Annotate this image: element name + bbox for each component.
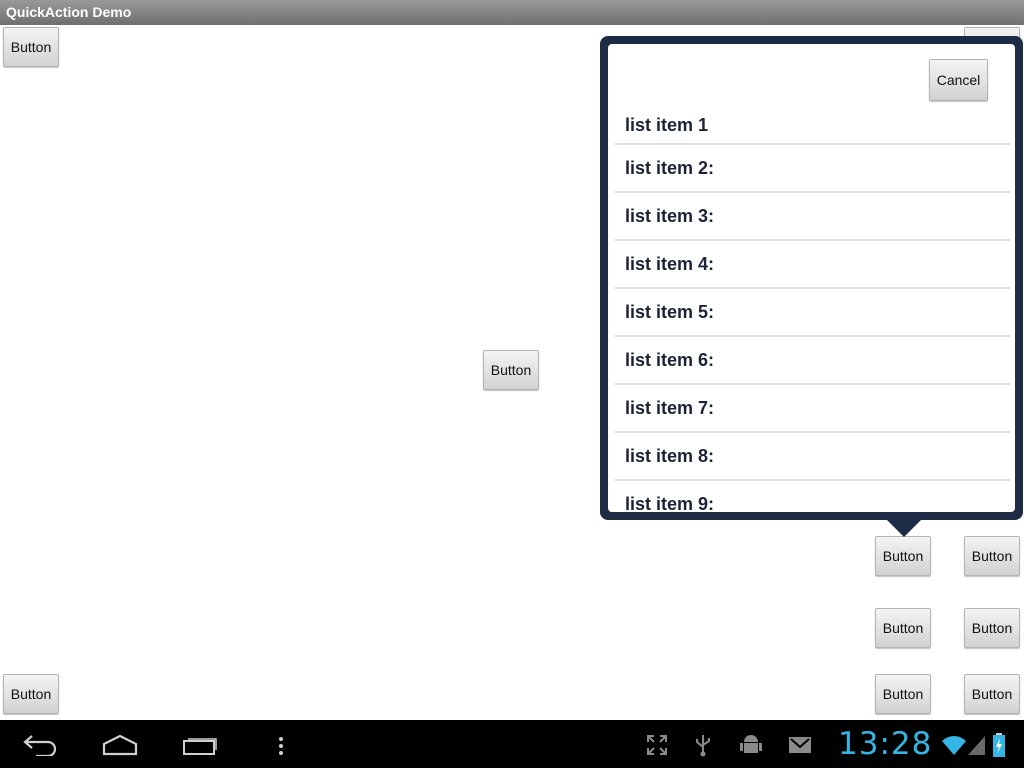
cancel-button[interactable]: Cancel bbox=[929, 59, 988, 101]
popup-pointer-arrow bbox=[886, 519, 922, 537]
list-item[interactable]: list item 7: bbox=[615, 385, 1010, 433]
signal-icon bbox=[966, 734, 986, 761]
list-item[interactable]: list item 4: bbox=[615, 241, 1010, 289]
list-item[interactable]: list item 8: bbox=[615, 433, 1010, 481]
row2-right-button[interactable]: Button bbox=[964, 608, 1020, 648]
wifi-icon bbox=[940, 734, 968, 761]
list-item[interactable]: list item 6: bbox=[615, 337, 1010, 385]
list-item[interactable]: list item 5: bbox=[615, 289, 1010, 337]
usb-icon bbox=[694, 733, 712, 762]
bottom-left-button[interactable]: Button bbox=[3, 674, 59, 714]
recent-apps-icon[interactable] bbox=[182, 734, 220, 761]
bottom-right-button[interactable]: Button bbox=[964, 674, 1020, 714]
popup-list: list item 1 list item 2: list item 3: li… bbox=[615, 108, 1010, 512]
home-icon[interactable] bbox=[102, 734, 138, 761]
list-item[interactable]: list item 9: bbox=[615, 481, 1010, 512]
gmail-icon bbox=[788, 736, 812, 759]
fullscreen-icon bbox=[646, 734, 668, 761]
bottom-mid-button[interactable]: Button bbox=[875, 674, 931, 714]
app-title-bar: QuickAction Demo bbox=[0, 0, 1024, 25]
back-icon[interactable] bbox=[22, 732, 58, 761]
center-button[interactable]: Button bbox=[483, 350, 539, 390]
right-row1-button[interactable]: Button bbox=[964, 536, 1020, 576]
popup-content: Cancel list item 1 list item 2: list ite… bbox=[608, 44, 1015, 512]
battery-charging-icon bbox=[992, 732, 1006, 763]
top-left-button[interactable]: Button bbox=[3, 27, 59, 67]
anchor-button[interactable]: Button bbox=[875, 536, 931, 576]
system-nav-bar: 13:28 bbox=[0, 720, 1024, 768]
quick-action-popup: Cancel list item 1 list item 2: list ite… bbox=[600, 36, 1023, 520]
list-item[interactable]: list item 2: bbox=[615, 145, 1010, 193]
menu-icon[interactable] bbox=[277, 736, 285, 761]
popup-header: Cancel bbox=[608, 44, 1015, 108]
list-item[interactable]: list item 3: bbox=[615, 193, 1010, 241]
app-title: QuickAction Demo bbox=[6, 4, 132, 20]
row2-left-button[interactable]: Button bbox=[875, 608, 931, 648]
android-debug-icon bbox=[739, 733, 763, 762]
status-clock: 13:28 bbox=[838, 726, 933, 762]
list-item[interactable]: list item 1 bbox=[615, 108, 1010, 145]
